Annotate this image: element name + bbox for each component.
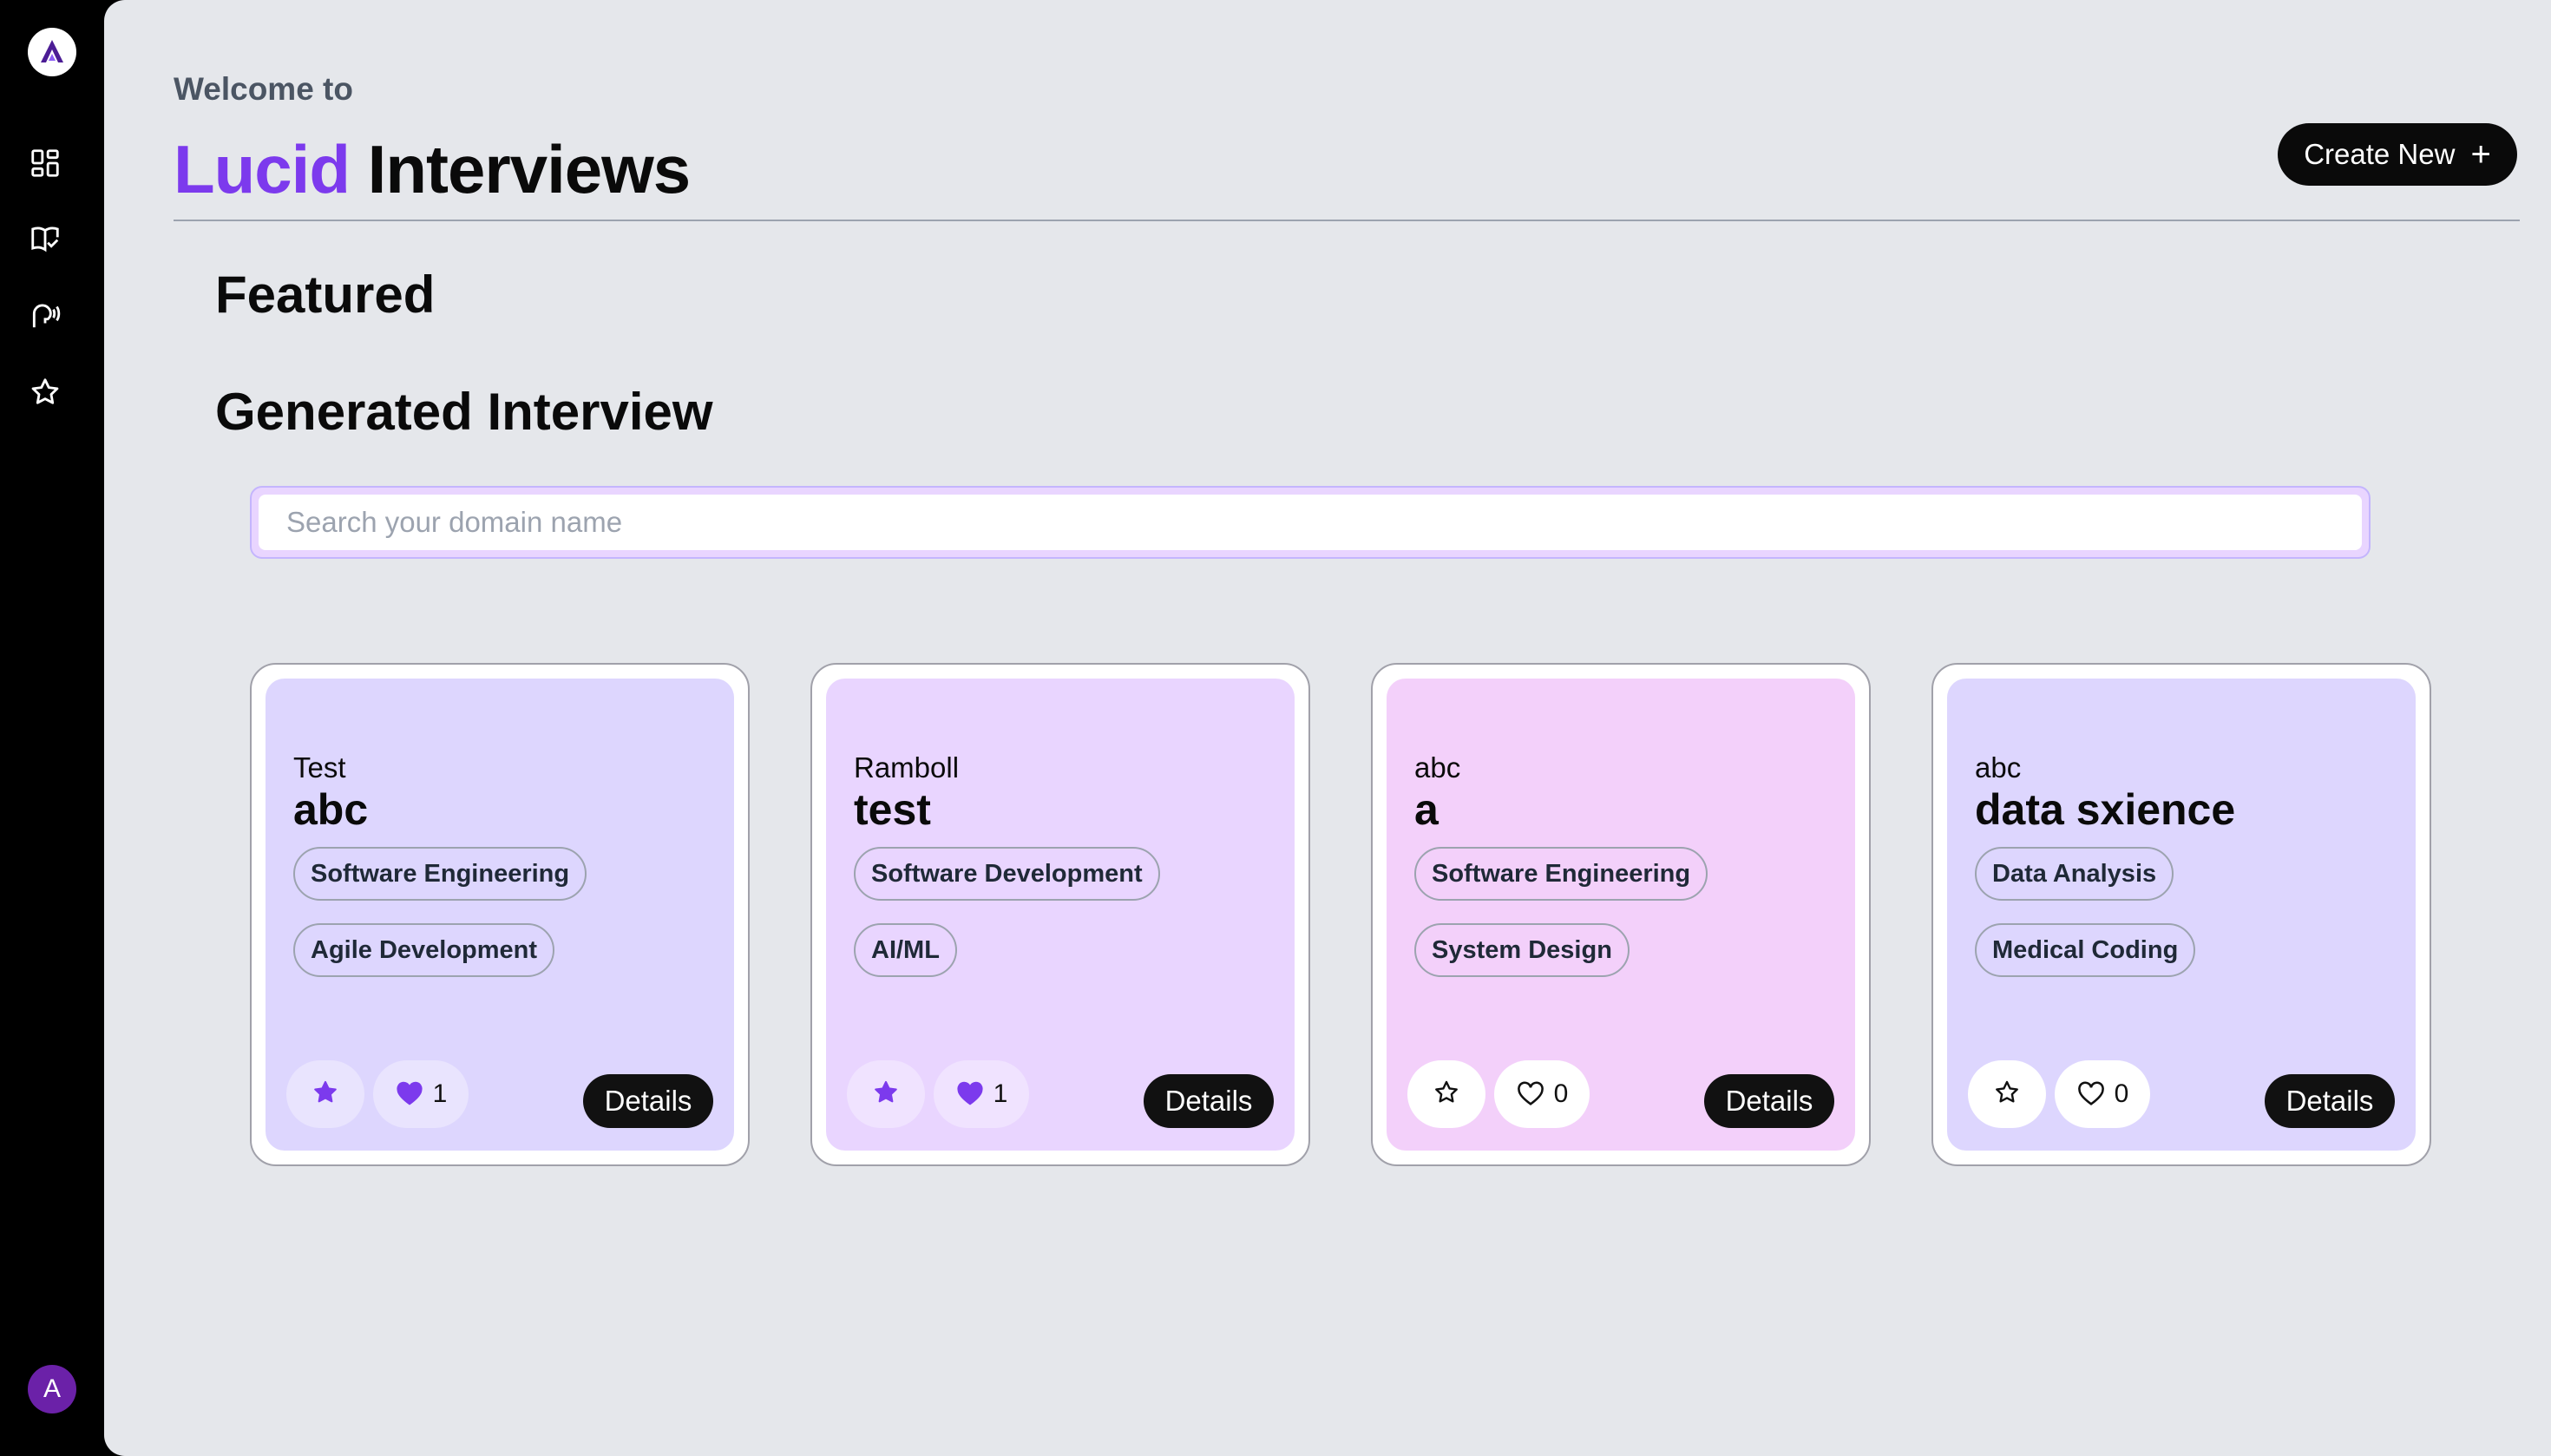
search-box (250, 486, 2371, 559)
favorite-button[interactable] (1968, 1060, 2046, 1128)
header-divider (174, 220, 2520, 221)
card-body: Ramboll test Software Development AI/ML … (826, 679, 1295, 1151)
interview-card[interactable]: Test abc Software Engineering Agile Deve… (250, 663, 750, 1166)
create-new-label: Create New (2304, 138, 2456, 170)
like-button[interactable]: 0 (1494, 1060, 1590, 1128)
card-tag[interactable]: Software Development (854, 847, 1160, 901)
details-button[interactable]: Details (583, 1074, 713, 1128)
card-tag[interactable]: Agile Development (293, 923, 555, 977)
like-count: 1 (993, 1079, 1008, 1108)
card-role: a (1414, 785, 1439, 834)
title-rest: Interviews (367, 131, 692, 207)
card-role: test (854, 785, 931, 834)
speaking-head-icon (32, 304, 61, 328)
plus-icon: + (2470, 135, 2491, 174)
sidebar-item-library[interactable] (28, 221, 62, 256)
avatar[interactable]: A (28, 1365, 76, 1413)
card-body: abc a Software Engineering System Design… (1387, 679, 1855, 1151)
heart-icon (395, 1079, 424, 1109)
like-count: 0 (1553, 1079, 1569, 1108)
card-company: abc (1975, 751, 2022, 784)
like-count: 1 (432, 1079, 448, 1108)
interview-card[interactable]: Ramboll test Software Development AI/ML … (810, 663, 1310, 1166)
card-tag[interactable]: Data Analysis (1975, 847, 2174, 901)
card-role: data sxience (1975, 785, 2236, 834)
interview-card[interactable]: abc data sxience Data Analysis Medical C… (1931, 663, 2431, 1166)
star-icon (872, 1079, 900, 1111)
page-title: Lucid Interviews (174, 130, 692, 209)
card-role: abc (293, 785, 369, 834)
sidebar-item-dashboard[interactable] (28, 146, 62, 180)
welcome-text: Welcome to (174, 71, 353, 107)
heart-icon (2076, 1079, 2106, 1109)
sidebar-item-interviews[interactable] (28, 298, 62, 332)
dashboard-icon (31, 149, 59, 177)
heart-icon (955, 1079, 985, 1109)
title-accent: Lucid (174, 131, 351, 207)
card-tag[interactable]: Software Engineering (1414, 847, 1708, 901)
card-tag[interactable]: Software Engineering (293, 847, 587, 901)
like-button[interactable]: 1 (934, 1060, 1029, 1128)
favorite-button[interactable] (286, 1060, 364, 1128)
details-button[interactable]: Details (2265, 1074, 2395, 1128)
details-button[interactable]: Details (1704, 1074, 1834, 1128)
star-icon (31, 378, 59, 404)
main-panel: Welcome to Lucid Interviews Create New +… (104, 0, 2551, 1456)
featured-heading: Featured (215, 266, 436, 324)
generated-interview-heading: Generated Interview (215, 383, 713, 441)
like-button[interactable]: 0 (2055, 1060, 2150, 1128)
like-count: 0 (2114, 1079, 2129, 1108)
favorite-button[interactable] (1407, 1060, 1485, 1128)
like-button[interactable]: 1 (373, 1060, 469, 1128)
sidebar: A (0, 0, 104, 1456)
sidebar-item-favorites[interactable] (28, 375, 62, 410)
star-icon (311, 1079, 339, 1111)
heart-icon (1516, 1079, 1545, 1109)
lucid-logo[interactable] (28, 28, 76, 76)
create-new-button[interactable]: Create New + (2278, 123, 2517, 186)
card-tag[interactable]: Medical Coding (1975, 923, 2196, 977)
star-icon (1433, 1079, 1460, 1111)
search-input[interactable] (259, 495, 2362, 550)
card-body: abc data sxience Data Analysis Medical C… (1947, 679, 2416, 1151)
logo-mark-icon (41, 40, 63, 62)
book-check-icon (31, 226, 59, 253)
card-company: abc (1414, 751, 1461, 784)
card-body: Test abc Software Engineering Agile Deve… (266, 679, 734, 1151)
card-company: Ramboll (854, 751, 960, 784)
star-icon (1993, 1079, 2021, 1111)
favorite-button[interactable] (847, 1060, 925, 1128)
details-button[interactable]: Details (1144, 1074, 1274, 1128)
interview-card[interactable]: abc a Software Engineering System Design… (1371, 663, 1871, 1166)
card-tag[interactable]: System Design (1414, 923, 1630, 977)
card-tag[interactable]: AI/ML (854, 923, 957, 977)
card-company: Test (293, 751, 346, 784)
